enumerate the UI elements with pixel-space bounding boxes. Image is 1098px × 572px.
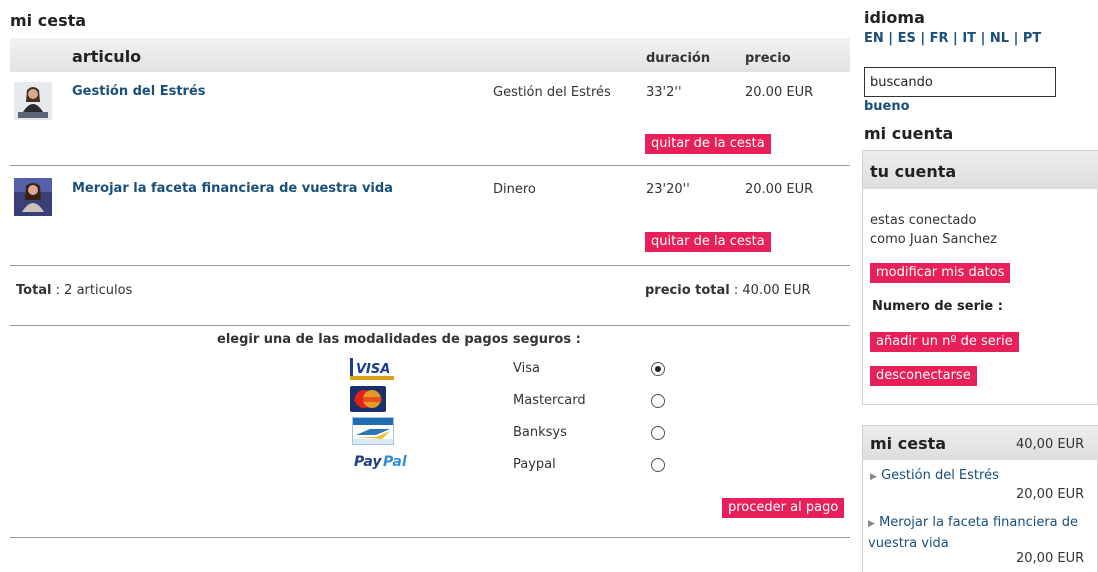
payment-radio-visa[interactable] bbox=[651, 362, 665, 376]
svg-text:Pal: Pal bbox=[383, 454, 407, 470]
mini-cart-item-link[interactable]: Merojar la faceta financiera de vuestra … bbox=[868, 515, 1078, 551]
cart-item-duration: 23'20'' bbox=[646, 182, 690, 197]
add-serial-button[interactable]: añadir un nº de serie bbox=[870, 332, 1019, 352]
bancontact-logo-icon bbox=[351, 416, 395, 446]
lang-link-en[interactable]: EN bbox=[864, 31, 884, 46]
payment-radio-mastercard[interactable] bbox=[651, 394, 665, 408]
mastercard-logo-icon bbox=[350, 386, 386, 412]
remove-from-cart-button[interactable]: quitar de la cesta bbox=[645, 134, 771, 154]
logged-in-user: como Juan Sanchez bbox=[870, 232, 997, 247]
payment-method-name: Mastercard bbox=[513, 393, 586, 408]
divider bbox=[10, 537, 850, 538]
mini-cart-item-price: 20,00 EUR bbox=[1016, 487, 1085, 502]
cart-item-price: 20.00 EUR bbox=[745, 182, 814, 197]
lang-link-pt[interactable]: PT bbox=[1023, 31, 1041, 46]
search-input[interactable] bbox=[864, 67, 1056, 97]
caret-right-icon: ▶ bbox=[870, 472, 877, 482]
cart-item-category: Dinero bbox=[493, 182, 536, 197]
paypal-logo-icon: Pay Pal bbox=[354, 452, 412, 474]
lang-link-it[interactable]: IT bbox=[962, 31, 976, 46]
cart-item-category: Gestión del Estrés bbox=[493, 85, 611, 100]
divider bbox=[10, 165, 850, 166]
caret-right-icon: ▶ bbox=[868, 519, 875, 529]
cart-item-title-link[interactable]: Merojar la faceta financiera de vuestra … bbox=[72, 181, 393, 196]
divider bbox=[10, 265, 850, 266]
language-title: idioma bbox=[864, 8, 925, 27]
col-duration-header: duración bbox=[646, 51, 711, 66]
mini-cart-title: mi cesta bbox=[870, 434, 947, 453]
mini-cart-item-link[interactable]: Gestión del Estrés bbox=[881, 468, 999, 483]
modify-account-button[interactable]: modificar mis datos bbox=[870, 263, 1011, 283]
language-switcher: EN | ES | FR | IT | NL | PT bbox=[864, 31, 1042, 46]
cart-item-duration: 33'2'' bbox=[646, 85, 682, 100]
remove-from-cart-button[interactable]: quitar de la cesta bbox=[645, 232, 771, 252]
total-label: Total bbox=[16, 283, 52, 298]
cart-total-price: precio total : 40.00 EUR bbox=[645, 283, 811, 298]
item-thumbnail[interactable] bbox=[14, 178, 52, 216]
lang-link-fr[interactable]: FR bbox=[930, 31, 949, 46]
svg-text:Pay: Pay bbox=[354, 454, 382, 470]
divider bbox=[10, 325, 850, 326]
logout-button[interactable]: desconectarse bbox=[870, 366, 977, 386]
serial-number-label: Numero de serie : bbox=[872, 299, 1003, 314]
cart-item-title-link[interactable]: Gestión del Estrés bbox=[72, 84, 206, 99]
payment-method-name: Paypal bbox=[513, 457, 556, 472]
visa-logo-icon: VISA bbox=[350, 358, 394, 380]
search-submit-link[interactable]: bueno bbox=[864, 99, 910, 114]
mini-cart-item[interactable]: ▶ Merojar la faceta financiera de vuestr… bbox=[868, 513, 1096, 553]
payment-heading: elegir una de las modalidades de pagos s… bbox=[217, 332, 581, 347]
item-thumbnail[interactable] bbox=[14, 82, 52, 120]
total-value: : 2 articulos bbox=[55, 283, 133, 298]
payment-method-name: Visa bbox=[513, 361, 540, 376]
cart-total-count: Total : 2 articulos bbox=[16, 283, 132, 298]
lang-link-nl[interactable]: NL bbox=[990, 31, 1009, 46]
mini-cart-item-price: 20,00 EUR bbox=[1016, 551, 1085, 566]
payment-radio-banksys[interactable] bbox=[651, 426, 665, 440]
payment-radio-paypal[interactable] bbox=[651, 458, 665, 472]
col-price-header: precio bbox=[745, 51, 791, 66]
account-box-title: tu cuenta bbox=[870, 162, 957, 181]
total-price-value: : 40.00 EUR bbox=[733, 283, 811, 298]
proceed-to-payment-button[interactable]: proceder al pago bbox=[722, 498, 845, 518]
svg-text:VISA: VISA bbox=[356, 362, 390, 377]
lang-link-es[interactable]: ES bbox=[898, 31, 916, 46]
mini-cart-item[interactable]: ▶ Gestión del Estrés bbox=[870, 468, 999, 483]
account-section-title: mi cuenta bbox=[864, 124, 954, 143]
total-price-label: precio total bbox=[645, 283, 730, 298]
cart-title: mi cesta bbox=[10, 11, 87, 30]
col-article-header: articulo bbox=[72, 47, 142, 66]
mini-cart-total: 40,00 EUR bbox=[1016, 437, 1085, 452]
payment-method-name: Banksys bbox=[513, 425, 567, 440]
cart-item-price: 20.00 EUR bbox=[745, 85, 814, 100]
logged-in-status: estas conectado bbox=[870, 213, 977, 228]
